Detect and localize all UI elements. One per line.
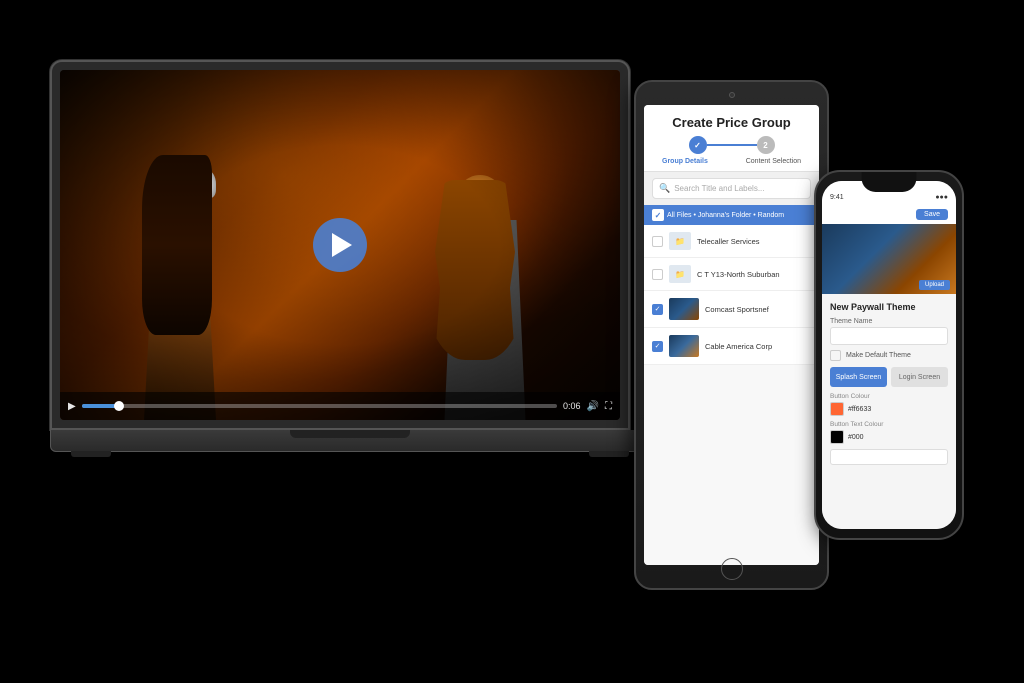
laptop-notch [290, 430, 410, 438]
folder-icon-1: 📁 [669, 232, 691, 250]
phone-outer: 9:41 ●●● Save Upload New Paywall Theme T… [814, 170, 964, 540]
folder-icon-2: 📁 [669, 265, 691, 283]
search-placeholder-text: Search Title and Labels... [674, 184, 764, 193]
tablet-camera [729, 92, 735, 98]
phone-image-overlay-button[interactable]: Upload [919, 280, 950, 290]
fullscreen-icon[interactable]: ⛶ [605, 401, 612, 412]
file-checkbox-4[interactable] [652, 341, 663, 352]
progress-fill [82, 404, 120, 408]
laptop-foot-left [71, 451, 111, 457]
button-text-color-value: #000 [848, 434, 864, 441]
checkbox-check-icon: ✓ [655, 211, 662, 220]
list-item[interactable]: 📁 C T Y13-North Suburban [644, 258, 819, 291]
tablet-steps: ✓ 2 [654, 136, 809, 154]
button-text-color-label: Button Text Colour [830, 421, 948, 428]
file-name-1: Telecaller Services [697, 237, 811, 246]
tablet-search[interactable]: 🔍 Search Title and Labels... [652, 178, 811, 199]
button-text-color-row: #000 [830, 430, 948, 444]
tablet-home-button[interactable] [721, 558, 743, 580]
tablet-title: Create Price Group [654, 115, 809, 130]
tablet-file-list: 📁 Telecaller Services 📁 C T Y13-North Su… [644, 225, 819, 565]
video-content: ▶ 0:06 🔊 ⛶ [60, 70, 620, 420]
phone-time: 9:41 [830, 194, 844, 201]
time-label: 0:06 [563, 401, 581, 411]
list-item[interactable]: Comcast Sportsnef [644, 291, 819, 328]
video-controls: ▶ 0:06 🔊 ⛶ [60, 392, 620, 420]
step-1-number: ✓ [694, 141, 701, 150]
laptop: ▶ 0:06 🔊 ⛶ [50, 60, 650, 480]
step-1-circle: ✓ [689, 136, 707, 154]
step-1-label: Group Details [662, 158, 708, 165]
phone-save-button[interactable]: Save [916, 209, 948, 220]
play-control-icon[interactable]: ▶ [68, 401, 76, 412]
step-2-circle: 2 [757, 136, 775, 154]
search-icon: 🔍 [659, 183, 670, 194]
tablet-screen: Create Price Group ✓ 2 Group Details [644, 105, 819, 565]
file-name-3: Comcast Sportsnef [705, 305, 811, 314]
tablet-outer: Create Price Group ✓ 2 Group Details [634, 80, 829, 590]
button-color-row: #ff6633 [830, 402, 948, 416]
volume-icon[interactable]: 🔊 [587, 401, 599, 412]
phone-image: Upload [822, 224, 956, 294]
default-theme-checkbox[interactable] [830, 350, 841, 361]
laptop-screen: ▶ 0:06 🔊 ⛶ [60, 70, 620, 420]
play-icon [332, 233, 352, 257]
laptop-foot-right [589, 451, 629, 457]
play-button[interactable] [313, 218, 367, 272]
list-item[interactable]: 📁 Telecaller Services [644, 225, 819, 258]
login-screen-tab[interactable]: Login Screen [891, 367, 948, 387]
tablet-breadcrumb: ✓ All Files • Johanna's Folder • Random [644, 205, 819, 225]
phone-tabs: Splash Screen Login Screen [830, 367, 948, 387]
file-checkbox-2[interactable] [652, 269, 663, 280]
button-color-label: Button Colour [830, 393, 948, 400]
scene: ▶ 0:06 🔊 ⛶ [0, 0, 1024, 683]
dropdown-1[interactable] [830, 449, 948, 465]
step-2-number: 2 [763, 141, 767, 150]
breadcrumb-path: All Files • Johanna's Folder • Random [667, 212, 784, 219]
laptop-body: ▶ 0:06 🔊 ⛶ [50, 60, 630, 430]
default-theme-row: Make Default Theme [830, 350, 948, 361]
phone-screen: 9:41 ●●● Save Upload New Paywall Theme T… [822, 181, 956, 529]
step-labels: Group Details Content Selection [654, 158, 809, 165]
list-item[interactable]: Cable America Corp [644, 328, 819, 365]
step-line [707, 144, 757, 146]
file-name-4: Cable America Corp [705, 342, 811, 351]
select-all-checkbox[interactable]: ✓ [652, 209, 664, 221]
phone-content: New Paywall Theme Theme Name Make Defaul… [822, 294, 956, 529]
theme-name-label: Theme Name [830, 318, 948, 325]
default-theme-label: Make Default Theme [846, 352, 911, 359]
button-color-swatch[interactable] [830, 402, 844, 416]
splash-screen-tab[interactable]: Splash Screen [830, 367, 887, 387]
phone-signal: ●●● [935, 194, 948, 201]
file-checkbox-1[interactable] [652, 236, 663, 247]
button-text-color-swatch[interactable] [830, 430, 844, 444]
singer-hair [142, 155, 212, 335]
phone-section-title: New Paywall Theme [830, 302, 948, 312]
button-color-value: #ff6633 [848, 406, 871, 413]
phone-header: Save [822, 205, 956, 224]
tablet-header: Create Price Group ✓ 2 Group Details [644, 105, 819, 172]
theme-name-input[interactable] [830, 327, 948, 345]
laptop-base [50, 430, 650, 452]
video-thumb-1 [669, 298, 699, 320]
tablet: Create Price Group ✓ 2 Group Details [634, 80, 829, 590]
step-2-label: Content Selection [746, 158, 801, 165]
video-thumb-2 [669, 335, 699, 357]
file-name-2: C T Y13-North Suburban [697, 270, 811, 279]
file-checkbox-3[interactable] [652, 304, 663, 315]
progress-thumb [114, 401, 124, 411]
phone-notch [862, 172, 917, 192]
progress-bar[interactable] [82, 404, 557, 408]
phone: 9:41 ●●● Save Upload New Paywall Theme T… [814, 170, 964, 540]
